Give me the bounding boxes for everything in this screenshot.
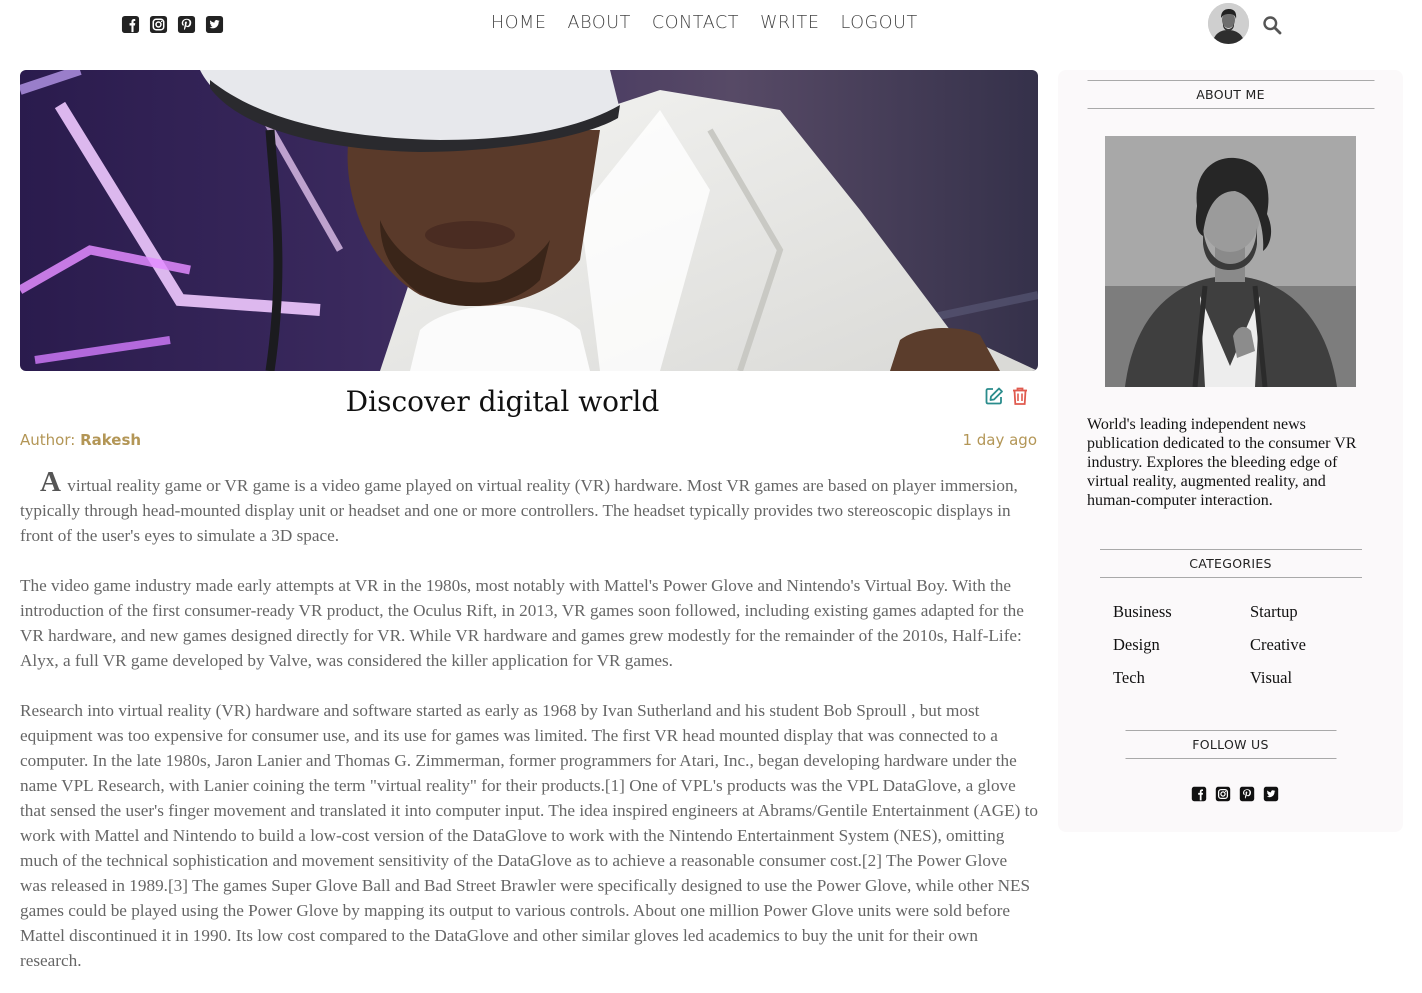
pinterest-icon[interactable] xyxy=(177,15,196,34)
about-me-heading: ABOUT ME xyxy=(1087,80,1374,109)
category-startup[interactable]: Startup xyxy=(1250,602,1370,621)
drop-cap: A xyxy=(40,466,61,498)
category-business[interactable]: Business xyxy=(1113,602,1250,621)
category-tech[interactable]: Tech xyxy=(1113,668,1250,687)
post-paragraph: The video game industry made early attem… xyxy=(20,576,1024,670)
edit-icon[interactable] xyxy=(984,386,1004,406)
post-paragraph: A virtual reality game or VR game is a v… xyxy=(20,466,1018,546)
post-date: 1 day ago xyxy=(962,431,1037,449)
twitter-icon[interactable] xyxy=(1263,786,1279,802)
follow-us-heading: FOLLOW US xyxy=(1125,730,1336,759)
nav-contact[interactable]: CONTACT xyxy=(652,13,739,33)
facebook-icon[interactable] xyxy=(121,15,140,34)
nav-about[interactable]: ABOUT xyxy=(568,13,631,33)
instagram-icon[interactable] xyxy=(149,15,168,34)
instagram-icon[interactable] xyxy=(1215,786,1231,802)
twitter-icon[interactable] xyxy=(205,15,224,34)
facebook-icon[interactable] xyxy=(1191,786,1207,802)
post-body: A virtual reality game or VR game is a v… xyxy=(20,466,1038,993)
about-me-photo xyxy=(1105,136,1356,387)
nav-logout[interactable]: LOGOUT xyxy=(840,13,917,33)
delete-icon[interactable] xyxy=(1011,386,1029,406)
nav-write[interactable]: WRITE xyxy=(760,13,819,33)
post-author: Author: Rakesh xyxy=(20,431,141,449)
post-paragraph: Research into virtual reality (VR) hardw… xyxy=(20,701,1038,970)
category-list: Business Startup Design Creative Tech Vi… xyxy=(1113,602,1363,687)
about-me-text: World's leading independent news publica… xyxy=(1087,416,1357,509)
category-design[interactable]: Design xyxy=(1113,635,1250,654)
author-label: Author: xyxy=(20,431,81,449)
sidebar-social-links xyxy=(1191,786,1279,802)
categories-heading: CATEGORIES xyxy=(1099,549,1362,578)
header-social-links xyxy=(121,15,224,34)
top-bar: HOME ABOUT CONTACT WRITE LOGOUT xyxy=(0,0,1422,50)
search-icon[interactable] xyxy=(1262,15,1282,35)
user-avatar[interactable] xyxy=(1208,3,1249,44)
author-name-link[interactable]: Rakesh xyxy=(80,431,141,449)
nav-home[interactable]: HOME xyxy=(491,13,547,33)
pinterest-icon[interactable] xyxy=(1239,786,1255,802)
category-visual[interactable]: Visual xyxy=(1250,668,1370,687)
post-title: Discover digital world xyxy=(345,385,660,418)
category-creative[interactable]: Creative xyxy=(1250,635,1370,654)
post-hero-image xyxy=(20,70,1038,371)
sidebar: ABOUT ME World's leading independent new… xyxy=(1058,70,1403,832)
main-nav: HOME ABOUT CONTACT WRITE LOGOUT xyxy=(491,13,918,33)
